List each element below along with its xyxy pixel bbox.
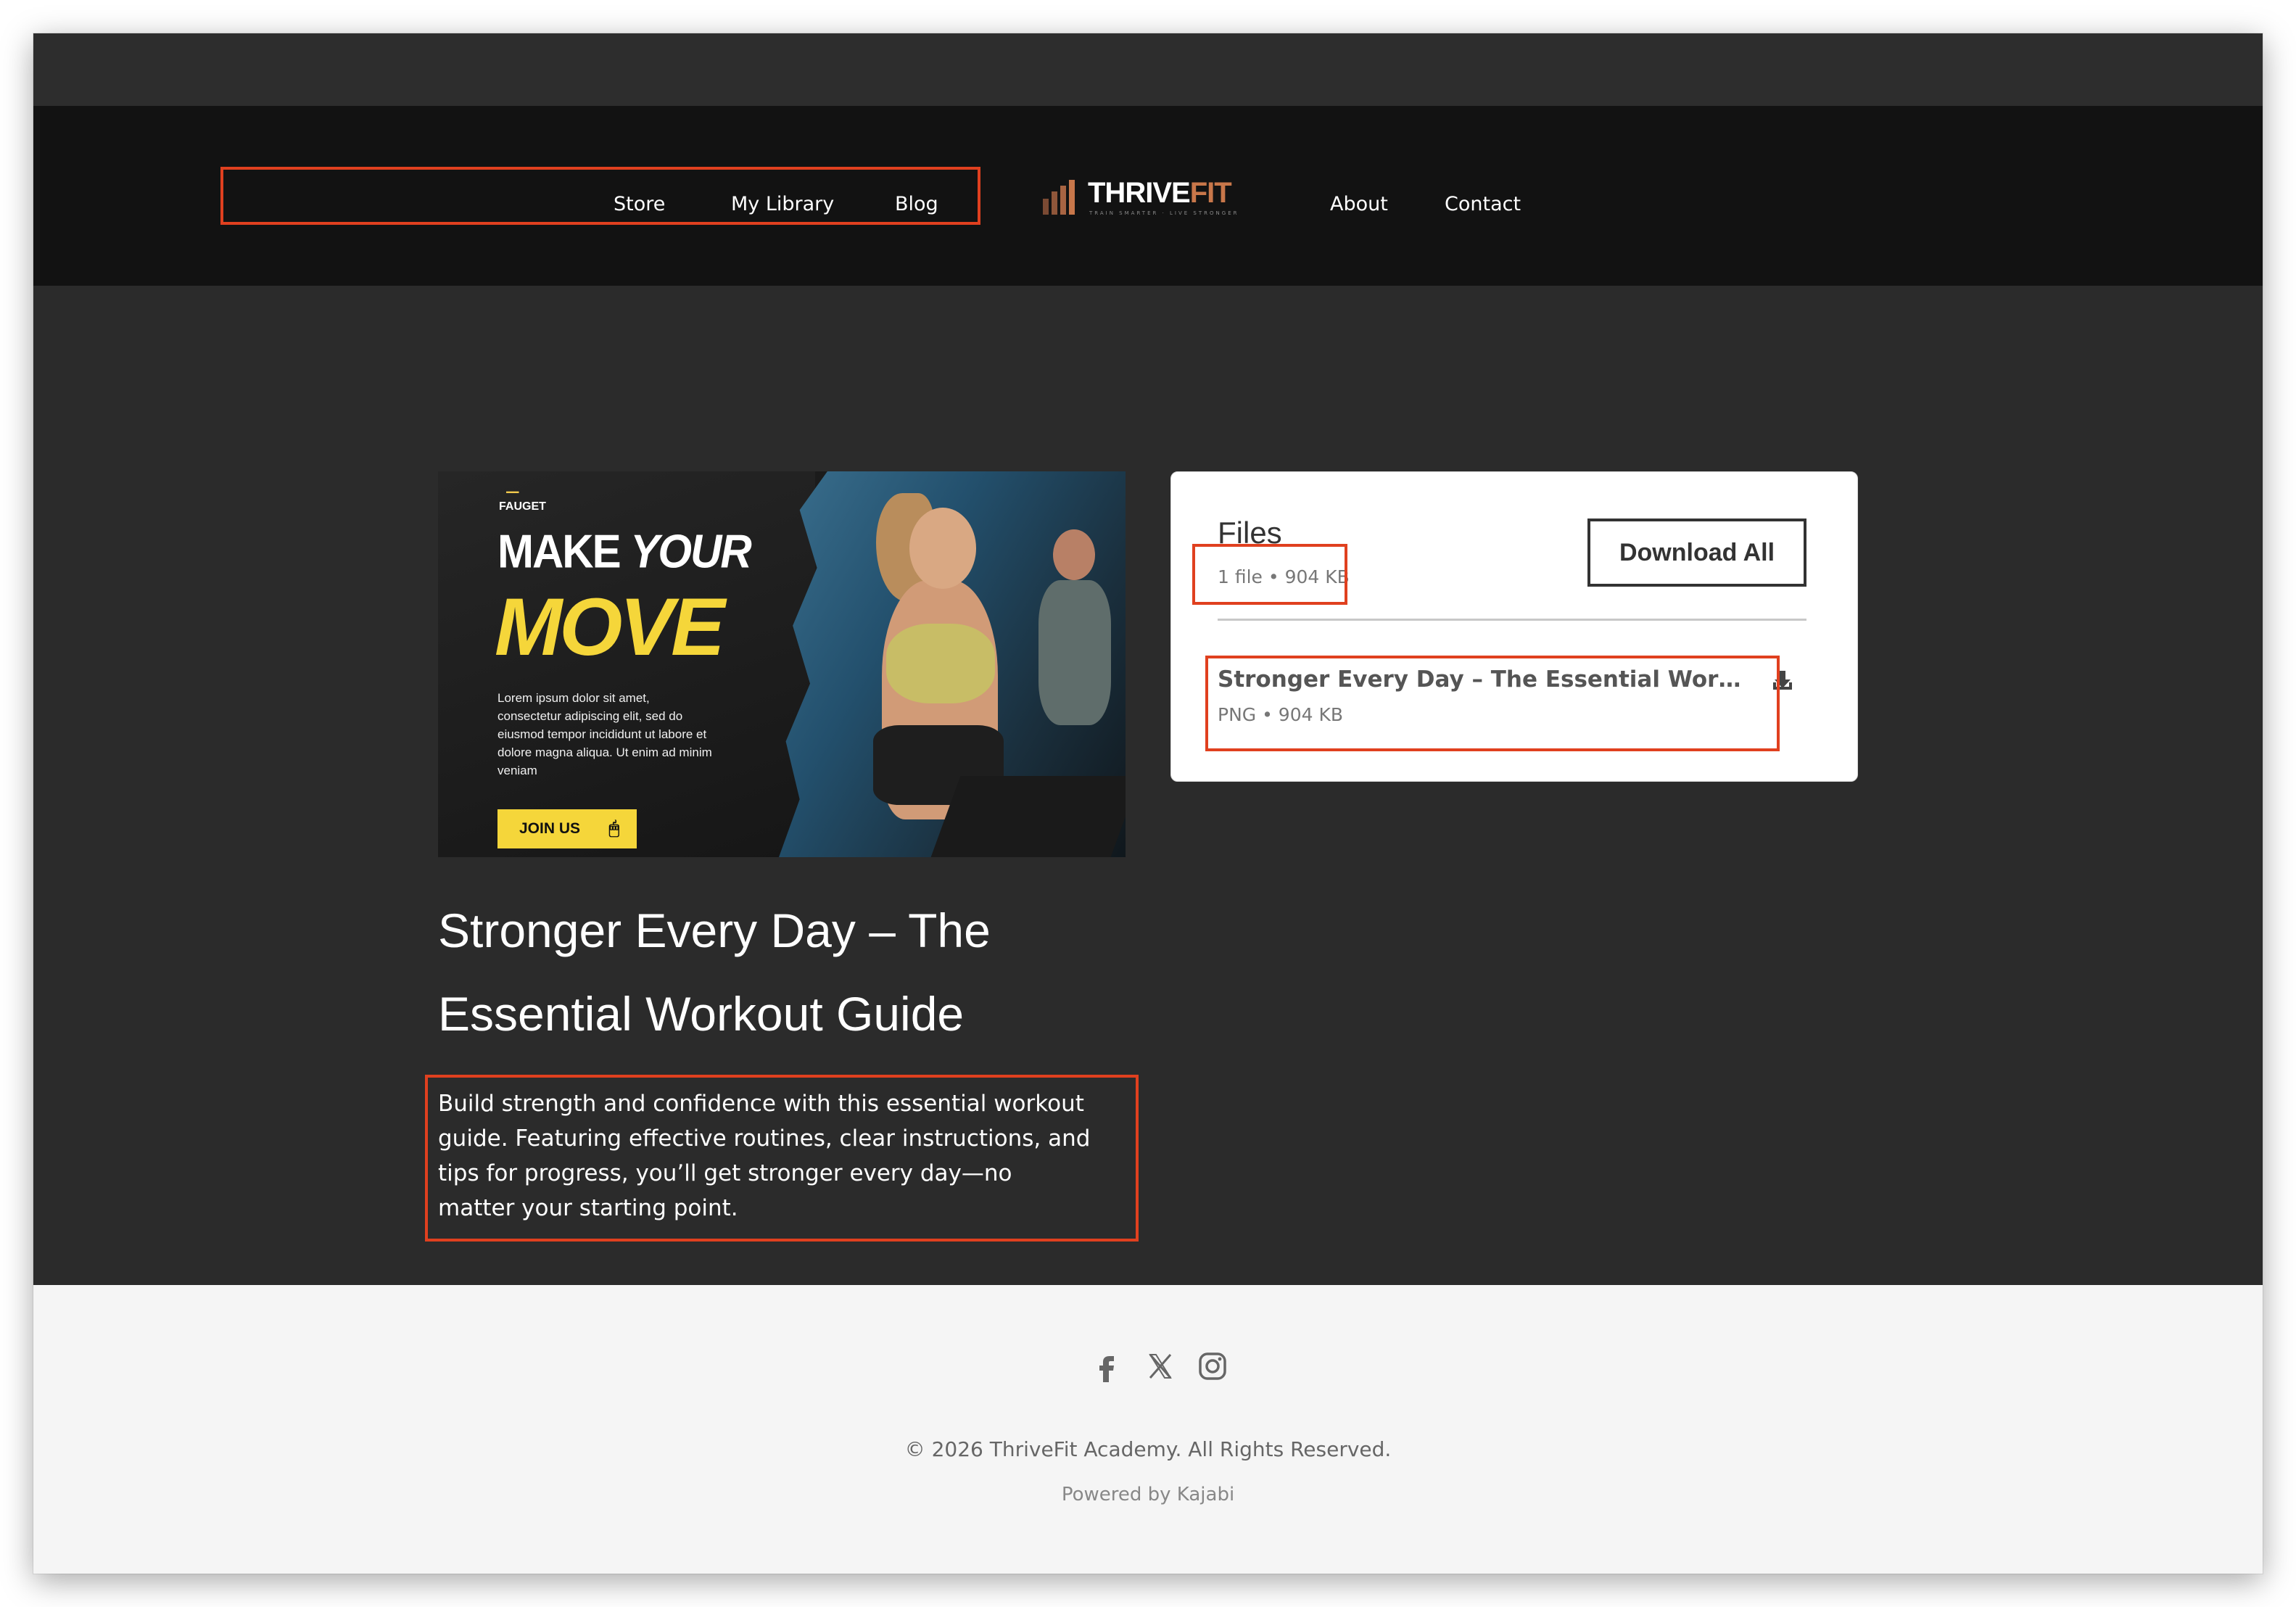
file-meta: PNG • 904 KB — [1218, 704, 1343, 725]
man-head-shape — [1053, 529, 1095, 580]
cover-headline-1: MAKE YOUR — [497, 524, 752, 579]
cover-headline-2: MOVE — [495, 582, 725, 672]
dumbbell-icon: ⚊ — [505, 477, 521, 497]
footer-powered-by[interactable]: Powered by Kajabi — [33, 1484, 2263, 1505]
product-cover-image: ⚊ FAUGET MAKE YOUR MOVE Lorem ipsum dolo… — [438, 471, 1126, 857]
download-icon[interactable] — [1772, 669, 1793, 694]
cover-headline-make: MAKE — [497, 525, 622, 578]
files-divider — [1218, 619, 1806, 621]
man-body-shape — [1038, 580, 1111, 725]
logo-bars-icon — [1043, 180, 1075, 215]
cover-headline-your: YOUR — [630, 525, 751, 578]
nav-blog-link[interactable]: Blog — [895, 191, 938, 218]
nav-contact-link[interactable]: Contact — [1445, 191, 1521, 218]
cover-body-text: Lorem ipsum dolor sit amet, consectetur … — [497, 691, 712, 777]
product-title: Stronger Every Day – The Essential Worko… — [438, 904, 991, 1041]
mouse-icon: 🖱 — [608, 819, 619, 838]
instagram-icon[interactable] — [1197, 1350, 1228, 1382]
nav-store-link[interactable]: Store — [614, 191, 665, 218]
browser-window: Store My Library Blog THRIVEFIT TRAIN SM… — [33, 33, 2263, 1574]
files-title: Files — [1218, 516, 1282, 550]
top-bar — [33, 33, 2263, 106]
cover-join-label: JOIN US — [519, 820, 581, 837]
file-name[interactable]: Stronger Every Day – The Essential Worko… — [1218, 666, 1754, 693]
logo-tagline: TRAIN SMARTER · LIVE STRONGER — [1089, 210, 1239, 216]
facebook-icon[interactable] — [1091, 1350, 1123, 1382]
product-description: Build strength and confidence with this … — [438, 1091, 1091, 1221]
site-footer: © 2026 ThriveFit Academy. All Rights Res… — [33, 1285, 2263, 1574]
runner-head-shape — [909, 508, 976, 589]
logo-accent: FIT — [1189, 177, 1232, 209]
cover-brand: FAUGET — [499, 500, 546, 513]
x-icon[interactable] — [1144, 1350, 1176, 1382]
logo-main: THRIVE — [1088, 177, 1191, 209]
runner-top-shape — [886, 624, 995, 703]
files-summary: 1 file • 904 KB — [1218, 566, 1350, 587]
nav-about-link[interactable]: About — [1330, 191, 1388, 218]
nav-my-library-link[interactable]: My Library — [731, 191, 834, 218]
cover-join-button: JOIN US 🖱 — [497, 809, 637, 848]
site-header: Store My Library Blog THRIVEFIT TRAIN SM… — [33, 106, 2263, 286]
treadmill-shape — [930, 776, 1126, 857]
files-card: Files 1 file • 904 KB Download All Stron… — [1170, 471, 1858, 782]
footer-copyright: © 2026 ThriveFit Academy. All Rights Res… — [904, 1437, 1392, 1461]
logo-wordmark: THRIVEFIT — [1088, 177, 1232, 210]
download-all-button[interactable]: Download All — [1587, 519, 1806, 587]
site-logo[interactable]: THRIVEFIT TRAIN SMARTER · LIVE STRONGER — [1043, 177, 1260, 265]
